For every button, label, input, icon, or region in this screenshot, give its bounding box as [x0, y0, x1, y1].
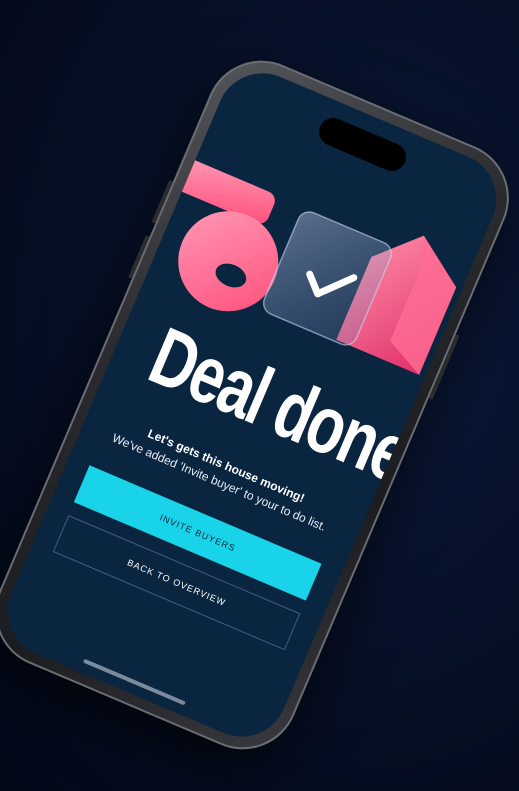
phone-screen: Deal done Let's gets this house moving! …: [0, 59, 511, 751]
dynamic-island: [314, 113, 411, 176]
promo-stage: Deal done Let's gets this house moving! …: [0, 0, 519, 791]
phone-mockup: Deal done Let's gets this house moving! …: [0, 43, 519, 767]
home-indicator: [82, 658, 186, 706]
